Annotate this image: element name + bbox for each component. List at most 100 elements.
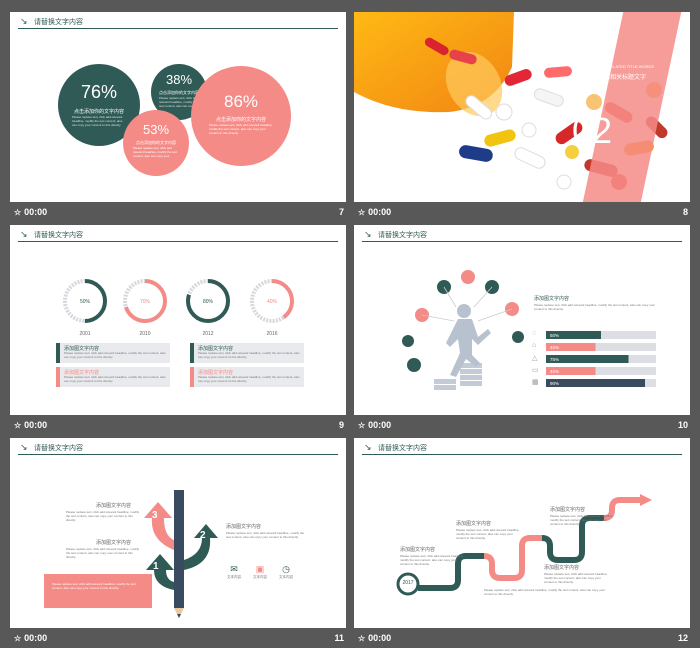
icon-label: 文本内容 [253, 575, 267, 579]
ring-charts: 50% 70% 80% 40% [63, 279, 294, 323]
slide-footer: ☆ 00:00 11 [8, 631, 348, 647]
slide-header: ↘ 请替换文字内容 [18, 442, 338, 455]
slide-footer: ☆ 00:00 9 [8, 418, 348, 434]
info-box-3: 添加图文字内容 Please replace text, click add r… [190, 343, 304, 363]
slide-footer: ☆ 00:00 8 [352, 205, 692, 221]
circle-pct: 86% [223, 92, 259, 111]
calendar-icon: ▦ [532, 379, 539, 386]
section-heading: 添加图文字内容 [534, 296, 570, 302]
highlight-body: Please replace text, click add relevant … [52, 582, 136, 590]
bar-label: 45% [550, 345, 559, 350]
circle-body: Please replace text, click add relevant … [133, 146, 178, 158]
slide-number: 12 [677, 633, 688, 643]
info-box-body: Please replace text, click add relevant … [64, 351, 166, 359]
slide-footer: ☆ 00:00 10 [352, 418, 692, 434]
slide-canvas: ↘ 请替换文字内容 2017 添加图文字内容 Please replace te… [354, 438, 690, 628]
transition-icon: ☆ [14, 208, 22, 217]
slide-thumb-11[interactable]: ↘ 请替换文字内容 添加图文字内容 Please replace text, c… [8, 434, 348, 647]
slide-canvas: ↘ 请替换文字内容 添加图文字内容 Please replace text, c… [10, 438, 346, 628]
document-icon: ▭ [532, 367, 539, 374]
slide-timer: ☆ 00:00 [14, 633, 48, 643]
icon-item-tv: ▣ 文本内容 [250, 564, 270, 580]
arrow-icon: ↘ [20, 16, 28, 26]
slide-header: ↘ 请替换文字内容 [362, 229, 682, 242]
slide-timer: ☆ 00:00 [358, 633, 392, 643]
slide-number: 7 [338, 207, 344, 217]
slide-number: 8 [682, 207, 688, 217]
transition-icon: ☆ [358, 208, 366, 217]
ring-percent: 70% [140, 299, 151, 305]
circle-body: Please replace text, click add relevant … [72, 115, 123, 127]
section-body: Please replace text, click add relevant … [534, 303, 656, 311]
slide-number: 10 [677, 420, 688, 430]
section-number: 02 [572, 110, 613, 151]
slide-canvas: ↘ 请替换文字内容 添加图文字内容 Please replace text, c… [354, 225, 690, 415]
circle-86: 86% 点击添加你的文字内容 Please replace text, clic… [191, 66, 291, 166]
bar-label: 50% [550, 333, 559, 338]
step-number-2: 2 [200, 530, 206, 541]
item-body-5: Please replace text, click add relevant … [484, 588, 606, 596]
circle-label: 点击添加你的文字内容 [73, 109, 124, 115]
ring-percent: 50% [80, 299, 91, 305]
item-title-3: 添加图文字内容 [550, 507, 586, 513]
slide-timer: ☆ 00:00 [358, 207, 392, 217]
slide-thumb-9[interactable]: ↘ 请替换文字内容 50% 70% 80% 40% 2001 2010 2012 20… [8, 221, 348, 434]
clock-icon: ◷ [282, 564, 290, 574]
timeline-path [396, 494, 652, 596]
item-title-1: 添加图文字内容 [400, 547, 436, 553]
mail-icon: ✉ [230, 564, 238, 574]
slide-footer: ☆ 00:00 7 [8, 205, 348, 221]
ring-label-2012: 2012 [202, 331, 214, 337]
item-body-4: Please replace text, click add relevant … [544, 572, 608, 584]
icon-label: 文本内容 [227, 575, 241, 579]
section-title: 添加相关标题文字 [598, 75, 647, 81]
slide-header: ↘ 请替换文字内容 [18, 16, 338, 29]
item-body-3: Please replace text, click add relevant … [226, 531, 305, 539]
item-title-4: 添加图文字内容 [544, 565, 580, 571]
progress-bars: 50% 45% 75% 45% 90% [546, 331, 656, 387]
info-box-body: Please replace text, click add relevant … [64, 375, 166, 383]
circle-pct: 53% [142, 122, 170, 137]
icon-item-mail: ✉ 文本内容 [224, 564, 244, 580]
slide-header-title: 请替换文字内容 [378, 232, 427, 239]
step-number-1: 1 [153, 561, 159, 572]
item-body-3: Please replace text, click add relevant … [550, 514, 614, 526]
slide-number: 9 [338, 420, 344, 430]
transition-icon: ☆ [14, 634, 22, 643]
bar-icons: ◌ ⌂ △ ▭ ▦ [532, 330, 542, 390]
icon-item-clock: ◷ 文本内容 [276, 564, 296, 580]
icon-label: 文本内容 [279, 575, 293, 579]
info-box-1: 添加图文字内容 Please replace text, click add r… [56, 343, 170, 363]
item-body-2: Please replace text, click add relevant … [66, 547, 140, 559]
info-box-2: 添加图文字内容 Please replace text, click add r… [56, 367, 170, 387]
flask-icon: △ [532, 355, 538, 362]
item-title-2: 添加图文字内容 [96, 540, 132, 546]
item-title-3: 添加图文字内容 [226, 524, 262, 530]
arrow-icon: ↘ [20, 442, 28, 452]
slide-number: 11 [334, 633, 344, 643]
tag-icon: ⌂ [532, 342, 537, 349]
slide-thumb-10[interactable]: ↘ 请替换文字内容 添加图文字内容 Please replace text, c… [352, 221, 692, 434]
timeline-year: 2017 [402, 580, 414, 586]
ring-label-2016: 2016 [266, 331, 278, 337]
transition-icon: ☆ [14, 421, 22, 430]
slide-thumb-8[interactable]: ADD RELATED TITLE WORDS 添加相关标题文字 02 ☆ 00:… [352, 8, 692, 221]
item-body-2: Please replace text, click add relevant … [456, 528, 520, 540]
info-box-4: 添加图文字内容 Please replace text, click add r… [190, 367, 304, 387]
ring-label-2010: 2010 [139, 331, 151, 337]
ring-percent: 80% [203, 299, 214, 305]
slide-footer: ☆ 00:00 12 [352, 631, 692, 647]
lightbulb-icon: ◌ [532, 330, 537, 337]
slide-thumb-7[interactable]: ↘ 请替换文字内容 76% 点击添加你的文字内容 Please replace … [8, 8, 348, 221]
bar-label: 45% [550, 369, 559, 374]
slide-thumb-12[interactable]: ↘ 请替换文字内容 2017 添加图文字内容 Please replace te… [352, 434, 692, 647]
circle-label: 点击添加你的文字内容 [215, 117, 266, 123]
circle-body: Please replace text, click add relevant … [209, 123, 273, 135]
transition-icon: ☆ [358, 634, 366, 643]
arrow-icon: ↘ [364, 229, 372, 239]
slide-timer: ☆ 00:00 [14, 207, 48, 217]
slide-header-title: 请替换文字内容 [34, 445, 83, 452]
highlight-box: Please replace text, click add relevant … [44, 574, 152, 608]
item-title-2: 添加图文字内容 [456, 521, 492, 527]
ring-label-2001: 2001 [79, 331, 91, 337]
